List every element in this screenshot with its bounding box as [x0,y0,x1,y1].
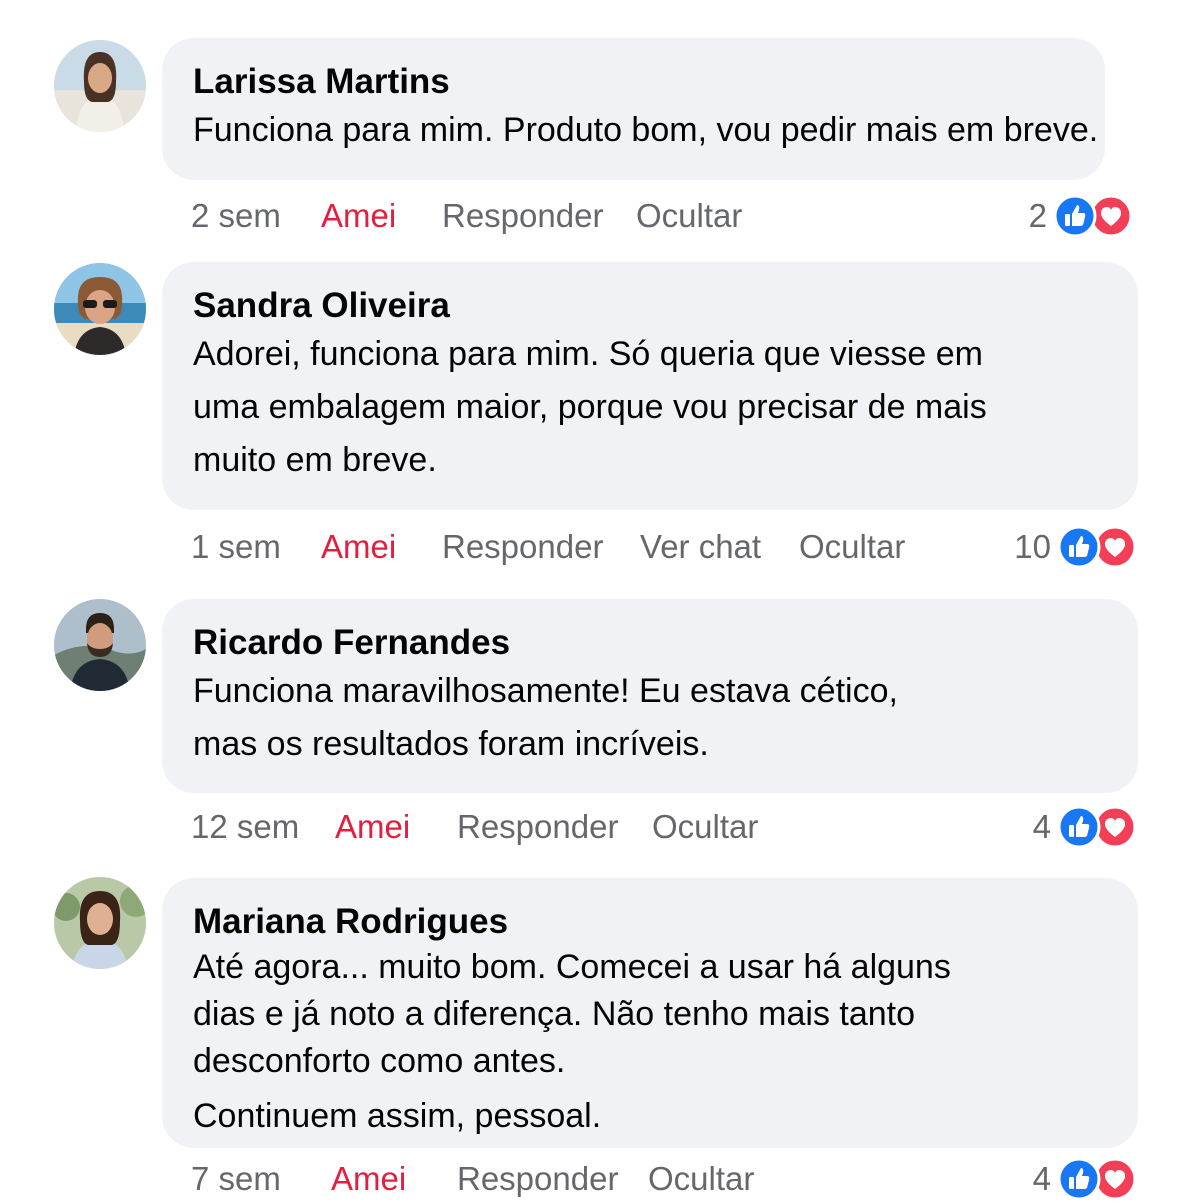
comment-line: dias e já noto a diferença. Não tenho ma… [193,995,916,1033]
comment-actions: 2 sem Amei Responder Ocultar 2 [0,191,1200,241]
reaction-summary[interactable]: 2 [995,191,1135,241]
hide-button[interactable]: Ocultar [652,802,758,852]
hide-button[interactable]: Ocultar [799,522,905,572]
avatar[interactable] [54,877,146,969]
comment-line: Adorei, funciona para mim. Só queria que… [193,335,983,373]
reaction-summary[interactable]: 4 [999,802,1139,852]
comment-line: Continuem assim, pessoal. [193,1097,602,1135]
love-button[interactable]: Amei [321,191,396,241]
comment-line: Funciona maravilhosamente! Eu estava cét… [193,672,898,710]
like-icon [1057,805,1101,849]
comment-author[interactable]: Ricardo Fernandes [193,621,1108,665]
reaction-count: 4 [1032,808,1051,845]
reaction-count: 2 [1028,197,1047,234]
reply-button[interactable]: Responder [442,191,603,241]
comment-line: uma embalagem maior, porque vou precisar… [193,388,987,426]
timestamp[interactable]: 1 sem [191,522,281,572]
love-button[interactable]: Amei [321,522,396,572]
reply-button[interactable]: Responder [442,522,603,572]
comment-author[interactable]: Larissa Martins [193,60,1075,104]
comment-text: Funciona para mim. Produto bom, vou pedi… [193,104,1099,156]
comment-bubble: Ricardo Fernandes Funciona maravilhosame… [162,599,1138,793]
reaction-summary[interactable]: 10 [999,522,1139,572]
comment-line: desconforto como antes. [193,1042,566,1080]
like-icon [1053,194,1097,238]
comment-author[interactable]: Mariana Rodrigues [193,900,1108,944]
reply-button[interactable]: Responder [457,802,618,852]
see-chat-button[interactable]: Ver chat [640,522,761,572]
comment-line: muito em breve. [193,441,437,479]
love-button[interactable]: Amei [335,802,410,852]
comment-actions: 12 sem Amei Responder Ocultar 4 [0,802,1200,852]
comment-actions: 1 sem Amei Responder Ver chat Ocultar 10 [0,522,1200,572]
timestamp[interactable]: 2 sem [191,191,281,241]
timestamp[interactable]: 12 sem [191,802,299,852]
comment-bubble: Sandra Oliveira Adorei, funciona para mi… [162,262,1138,510]
reaction-count: 10 [1014,528,1051,565]
comment-line: Funciona para mim. Produto bom, vou pedi… [193,111,1099,149]
love-button[interactable]: Amei [331,1154,406,1204]
hide-button[interactable]: Ocultar [648,1154,754,1204]
comment-text: Adorei, funciona para mim. Só queria que… [193,328,1108,487]
avatar[interactable] [54,263,146,355]
comment-text: Funciona maravilhosamente! Eu estava cét… [193,665,1108,771]
reply-button[interactable]: Responder [457,1154,618,1204]
comment-actions: 7 sem Amei Responder Ocultar 4 [0,1154,1200,1204]
timestamp[interactable]: 7 sem [191,1154,281,1204]
comment-line: mas os resultados foram incríveis. [193,725,709,763]
comment-author[interactable]: Sandra Oliveira [193,284,1108,328]
comment-bubble: Mariana Rodrigues Até agora... muito bom… [162,878,1138,1148]
avatar[interactable] [54,40,146,132]
reaction-summary[interactable]: 4 [999,1154,1139,1204]
reaction-count: 4 [1032,1160,1051,1197]
hide-button[interactable]: Ocultar [636,191,742,241]
like-icon [1057,525,1101,569]
comment-text: Até agora... muito bom. Comecei a usar h… [193,944,1108,1140]
like-icon [1057,1157,1101,1201]
avatar[interactable] [54,599,146,691]
comment-line: Até agora... muito bom. Comecei a usar h… [193,948,951,986]
comment-bubble: Larissa Martins Funciona para mim. Produ… [162,38,1105,180]
